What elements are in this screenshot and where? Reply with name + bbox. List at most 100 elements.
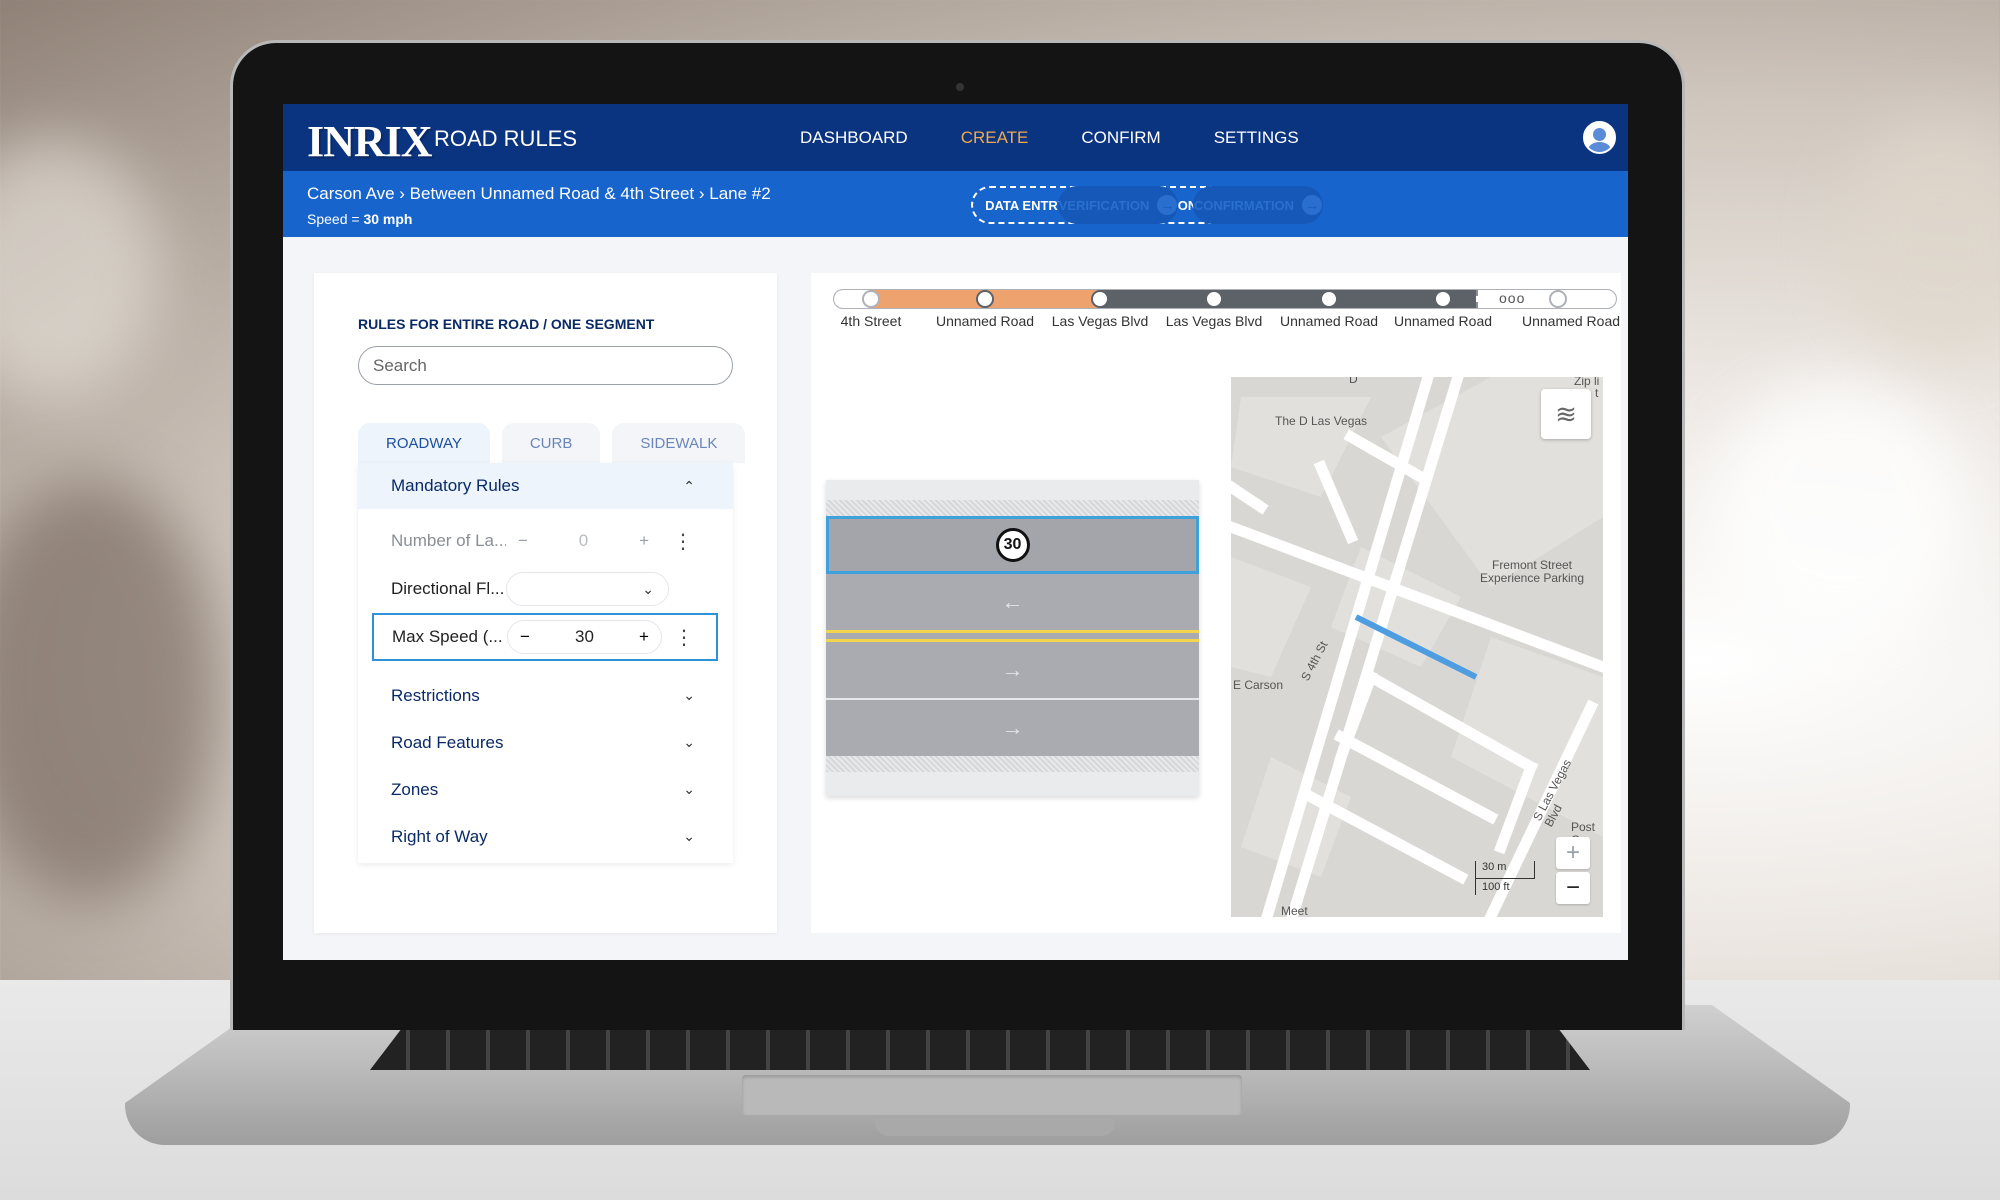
rules-panel: RULES FOR ENTIRE ROAD / ONE SEGMENT ROAD… [314,273,777,933]
nav-dashboard[interactable]: DASHBOARD [800,128,908,148]
section-right-of-way[interactable]: Right of Way ⌄ [358,813,733,860]
speed-value: 30 mph [363,211,413,227]
map-label: t [1595,386,1599,400]
tab-roadway[interactable]: ROADWAY [358,423,490,463]
map-label: E Carson [1233,678,1284,692]
arrow-right-icon: → [1001,657,1024,682]
lane-diagram: 30 ← → → [826,480,1199,796]
laptop-notch [875,1118,1115,1136]
top-navbar: INRIX ROAD RULES DASHBOARD CREATE CONFIR… [283,104,1628,171]
street-map[interactable]: The D Las Vegas Fremont Street Experienc… [1231,377,1603,917]
segment-node[interactable] [862,290,880,308]
map-label: D [1349,377,1358,386]
lane-eastbound-2[interactable]: → [826,700,1199,756]
segment-node[interactable] [1434,290,1452,308]
segment-node[interactable] [976,290,994,308]
speed-limit-sign: 30 [995,528,1030,562]
segment-label[interactable]: 4th Street [841,313,902,329]
segment-label[interactable]: Unnamed Road [936,313,1034,329]
segment-label[interactable]: Unnamed Road [1394,313,1492,329]
segment-label[interactable]: Las Vegas Blvd [1166,313,1263,329]
number-of-lanes-row: Number of La... − 0 + ⋮ [373,519,718,563]
section-road-features[interactable]: Road Features ⌄ [358,719,733,766]
directional-flow-select[interactable]: ⌄ [506,572,669,606]
map-label: The D Las Vegas [1275,414,1368,428]
product-name: ROAD RULES [434,126,578,151]
arrow-right-icon: → [1001,715,1024,740]
confirmation-button[interactable]: CONFIRMATION → [1193,186,1323,224]
chevron-down-icon: ⌄ [683,828,695,844]
camera-icon [956,83,964,91]
max-speed-stepper[interactable]: − 30 + [507,620,662,654]
kebab-menu-icon[interactable]: ⋮ [673,529,693,554]
minus-icon[interactable]: − [518,531,528,551]
segment-node[interactable] [1549,290,1567,308]
zoom-out-button[interactable]: − [1556,872,1590,904]
app-screen: INRIX ROAD RULES DASHBOARD CREATE CONFIR… [283,104,1628,960]
confirmation-label: CONFIRMATION [1193,197,1295,213]
lane-westbound[interactable]: ← [826,574,1199,630]
segment-label[interactable]: Unnamed Road [1522,313,1620,329]
main-nav: DASHBOARD CREATE CONFIRM SETTINGS [800,128,1299,148]
section-label: Right of Way [391,826,488,846]
directional-flow-row: Directional Fl... ⌄ [373,567,718,611]
user-avatar-icon[interactable] [1583,121,1616,154]
section-label: Restrictions [391,685,480,705]
chevron-up-icon: ⌃ [683,477,695,494]
search-input[interactable] [358,346,733,385]
tab-sidewalk[interactable]: SIDEWALK [612,423,746,463]
chevron-down-icon: ⌄ [683,734,695,750]
max-speed-row: Max Speed (... − 30 + ⋮ [372,613,718,661]
context-bar: Carson Ave › Between Unnamed Road & 4th … [283,171,1628,237]
breadcrumb: Carson Ave › Between Unnamed Road & 4th … [307,184,771,203]
number-of-lanes-value[interactable]: 0 [579,531,588,551]
scale-feet: 100 ft [1475,879,1535,895]
speed-summary: Speed = 30 mph [307,211,412,227]
nav-settings[interactable]: SETTINGS [1214,128,1299,148]
verification-label: VERIFICATION [1058,197,1150,213]
segment-label[interactable]: Unnamed Road [1280,313,1378,329]
segment-node[interactable] [1091,290,1109,308]
segment-node[interactable] [1205,290,1223,308]
tab-curb[interactable]: CURB [501,423,601,463]
segment-view-panel: ooo 4th Street Unnamed Road Las Vegas Bl… [811,273,1621,933]
mandatory-rules-label: Mandatory Rules [391,476,520,495]
map-label: Fremont Street Experience Parking [1479,558,1585,585]
chevron-down-icon: ⌄ [683,781,695,797]
speed-prefix: Speed = [307,211,364,227]
arrow-right-icon: → [1302,195,1323,215]
arrow-right-icon: → [1157,195,1178,215]
chevron-down-icon: ⌄ [683,687,695,703]
kebab-menu-icon[interactable]: ⋮ [674,625,694,650]
rules-list: Mandatory Rules ⌃ Number of La... − 0 + … [358,463,733,863]
lane-2-selected[interactable]: 30 [826,516,1199,574]
minus-icon[interactable]: − [520,627,530,647]
map-scale: 30 m 100 ft [1475,861,1535,895]
mandatory-rules-header[interactable]: Mandatory Rules ⌃ [358,463,733,509]
section-label: Road Features [391,732,504,752]
segment-label[interactable]: Las Vegas Blvd [1052,313,1149,329]
max-speed-value[interactable]: 30 [575,627,594,647]
section-label: Zones [391,779,439,799]
directional-flow-label: Directional Fl... [391,579,505,598]
number-of-lanes-label: Number of La... [391,531,506,550]
map-canvas [1231,377,1603,917]
section-zones[interactable]: Zones ⌄ [358,766,733,813]
nav-create[interactable]: CREATE [961,128,1029,148]
nav-confirm[interactable]: CONFIRM [1081,128,1160,148]
verification-button[interactable]: VERIFICATION → [1058,186,1178,224]
segment-node[interactable] [1320,290,1338,308]
panel-title: RULES FOR ENTIRE ROAD / ONE SEGMENT [358,316,655,332]
map-label: Meet [1281,904,1308,918]
lane-eastbound-1[interactable]: → [826,642,1199,698]
arrow-left-icon: ← [1001,589,1024,614]
rule-tabs: ROADWAY CURB SIDEWALK [358,423,746,463]
section-restrictions[interactable]: Restrictions ⌄ [358,672,733,719]
layers-icon[interactable]: ≋ [1541,389,1591,439]
plus-icon[interactable]: + [639,627,649,647]
more-segments-indicator: ooo [1499,290,1526,306]
zoom-in-button[interactable]: + [1556,837,1590,869]
laptop-trackpad [742,1075,1242,1115]
number-of-lanes-stepper[interactable]: − 0 + [506,524,661,558]
plus-icon[interactable]: + [639,531,649,551]
